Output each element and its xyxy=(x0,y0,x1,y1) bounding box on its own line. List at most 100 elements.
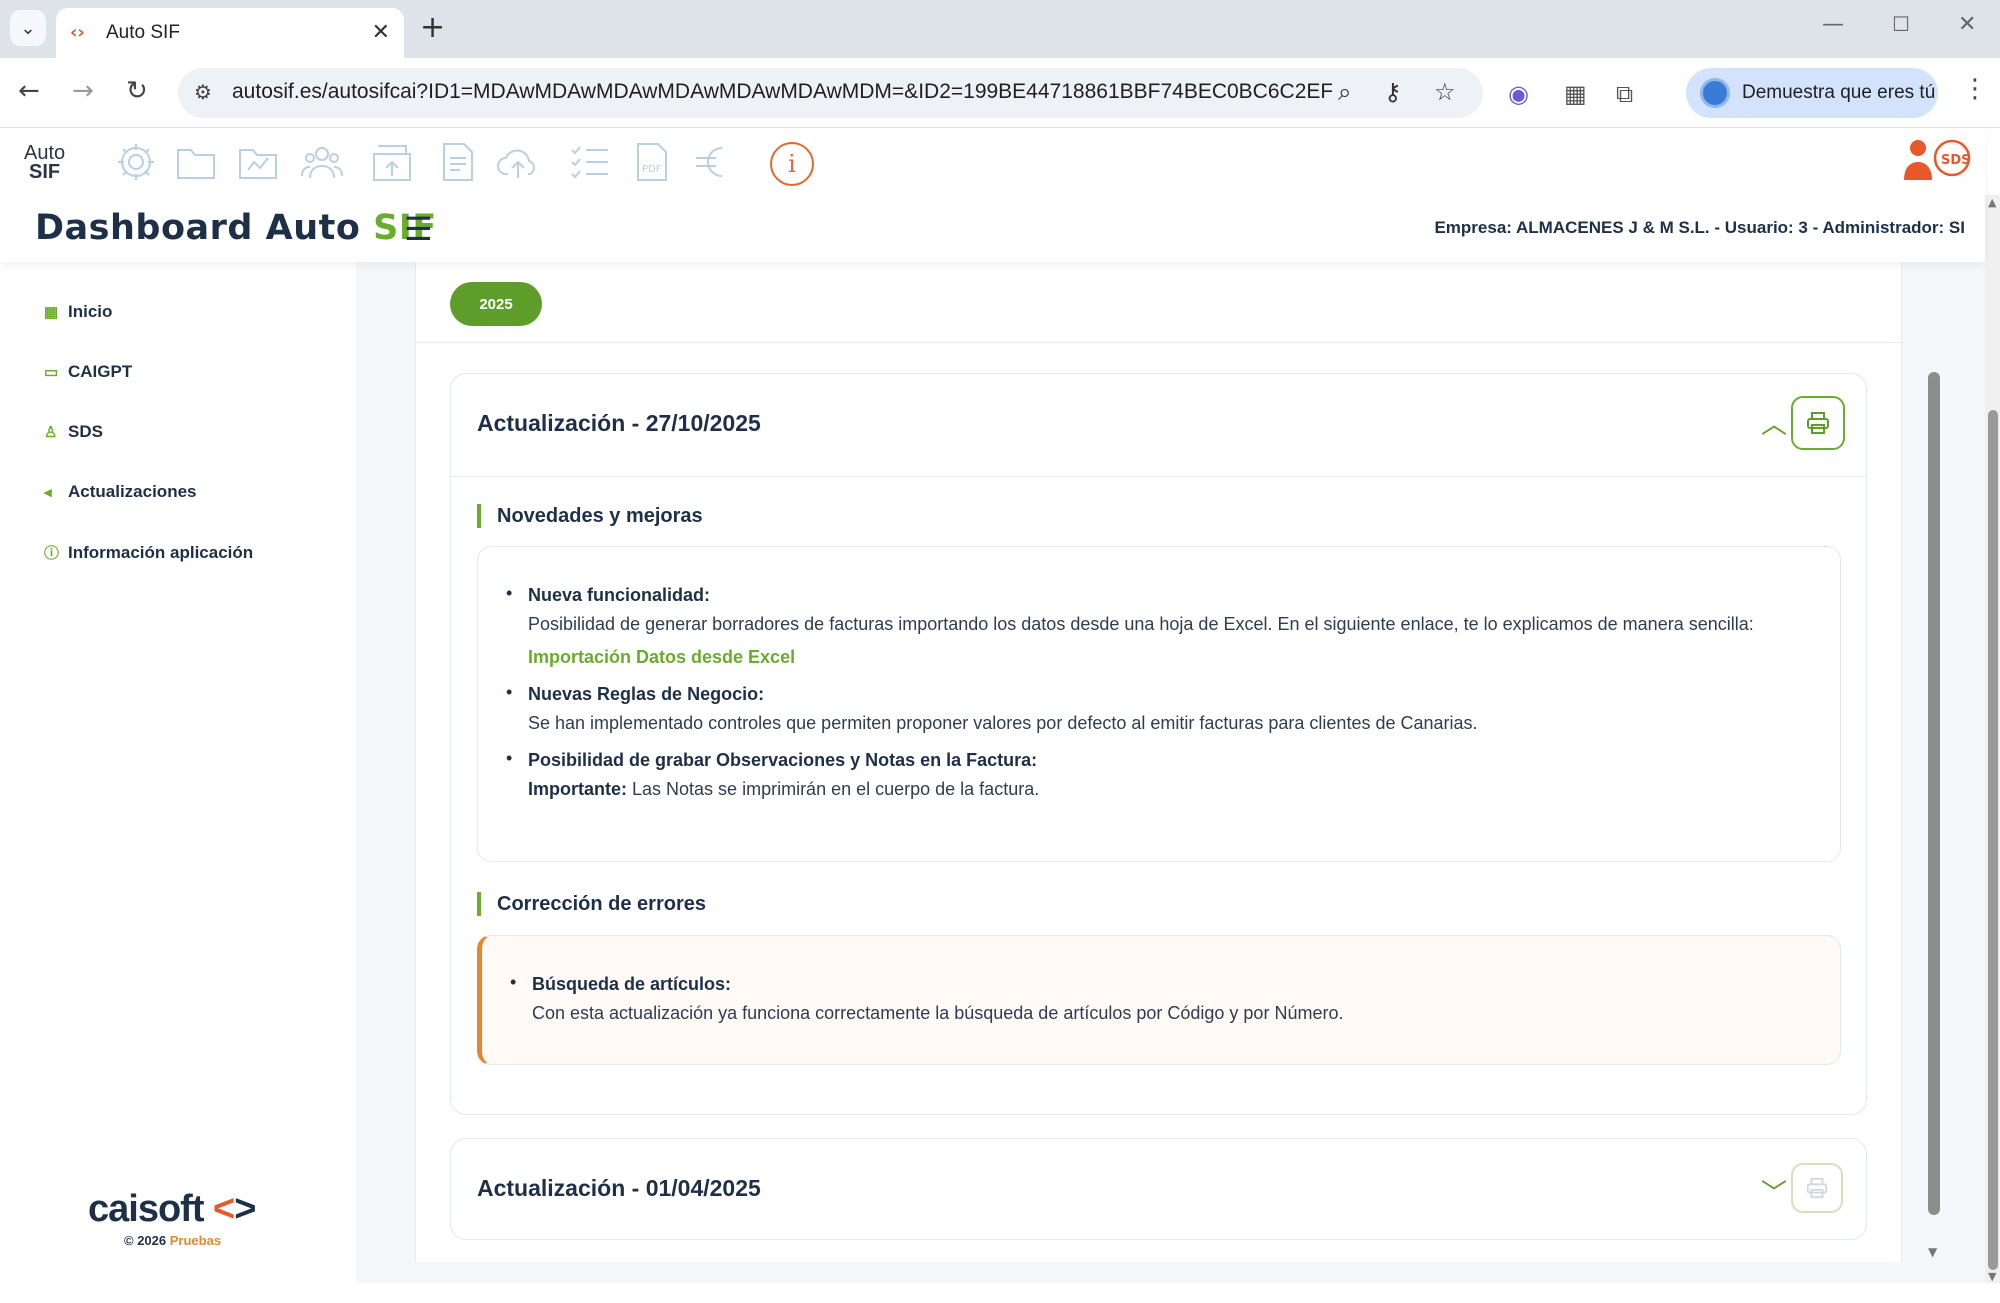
browser-tab[interactable]: ‹› Auto SIF ✕ xyxy=(56,8,404,58)
printer-icon xyxy=(1806,1177,1828,1199)
extensions-puzzle-icon[interactable]: ⧉ xyxy=(1616,80,1633,108)
info-icon: ⓘ xyxy=(44,545,60,562)
profile-avatar-icon xyxy=(1700,78,1730,108)
tab-search-button[interactable]: ⌄ xyxy=(10,10,46,46)
svg-text:PDF: PDF xyxy=(642,164,662,175)
cloud-upload-icon[interactable] xyxy=(496,140,540,184)
updates-panel: 2025 Actualización - 27/10/2025 ︿ Noveda… xyxy=(415,262,1903,1262)
window-close-icon[interactable]: ✕ xyxy=(1958,12,1976,37)
minimize-icon[interactable]: — xyxy=(1822,12,1844,37)
scroll-up-icon[interactable]: ▲ xyxy=(1988,196,1996,209)
list-item: Búsqueda de artículos: Con esta actualiz… xyxy=(510,972,1810,1030)
grid-icon: ▦ xyxy=(44,304,59,321)
chat-icon: ▭ xyxy=(44,364,59,381)
megaphone-icon: ◂ xyxy=(44,484,52,501)
sidebar-item-label: CAIGPT xyxy=(68,362,133,381)
map-folder-icon[interactable] xyxy=(236,140,280,184)
folder-icon[interactable] xyxy=(174,140,218,184)
chevron-down-icon[interactable]: ﹀ xyxy=(1761,1173,1787,1210)
user-sds-icon[interactable]: SDS xyxy=(1902,136,1972,184)
item-body: Las Notas se imprimirán en el cuerpo de … xyxy=(632,779,1040,799)
item-heading: Nueva funcionalidad: xyxy=(528,585,711,605)
sidebar-item-inicio[interactable]: ▦ Inicio xyxy=(44,302,112,322)
password-key-icon[interactable]: ⚷ xyxy=(1384,78,1402,106)
page-title: Dashboard Auto SIF xyxy=(35,208,437,248)
content-scrollbar-thumb[interactable] xyxy=(1928,372,1940,1215)
zoom-icon[interactable]: ⌕ xyxy=(1338,78,1351,106)
update-title: Actualización - 27/10/2025 xyxy=(477,410,761,436)
divider xyxy=(451,476,1866,477)
back-icon[interactable]: ← xyxy=(18,76,40,106)
qr-code-icon[interactable]: ▦ xyxy=(1564,80,1587,108)
print-button[interactable] xyxy=(1791,396,1845,450)
content-scroll-down-icon[interactable]: ▼ xyxy=(1928,1245,1937,1259)
checklist-icon[interactable] xyxy=(568,140,612,184)
sidebar-item-caigpt[interactable]: ▭ CAIGPT xyxy=(44,362,132,382)
environment-label: Pruebas xyxy=(169,1233,222,1248)
sidebar-item-actualizaciones[interactable]: ◂ Actualizaciones xyxy=(44,482,197,502)
update-header[interactable]: Actualización - 01/04/2025 ﹀ xyxy=(451,1139,1866,1241)
archive-upload-icon[interactable] xyxy=(370,140,414,184)
item-text: Importante: Las Notas se imprimirán en e… xyxy=(528,773,1810,806)
excel-import-link[interactable]: Importación Datos desde Excel xyxy=(528,647,795,667)
scroll-down-icon[interactable]: ▼ xyxy=(1988,1270,1996,1283)
euro-icon[interactable] xyxy=(690,140,734,184)
extension-globe-icon[interactable]: ◉ xyxy=(1508,80,1529,108)
copyright-text: © 2026 xyxy=(124,1233,167,1248)
item-body: Con esta actualización ya funciona corre… xyxy=(532,1003,1344,1023)
print-button[interactable] xyxy=(1791,1163,1843,1213)
fixes-box: Búsqueda de artículos: Con esta actualiz… xyxy=(477,935,1841,1065)
update-header[interactable]: Actualización - 27/10/2025 ︿ xyxy=(451,374,1866,476)
forward-icon[interactable]: → xyxy=(72,76,94,106)
favicon-icon: ‹› xyxy=(70,22,85,43)
new-tab-button[interactable]: + xyxy=(420,10,445,45)
sidebar-item-label: SDS xyxy=(68,422,103,441)
svg-text:SDS: SDS xyxy=(1941,153,1971,168)
divider xyxy=(416,342,1903,343)
app-header: Auto SIF PDF i SDS Dashboard Auto SIF ☰ … xyxy=(0,128,1985,262)
chevron-up-icon[interactable]: ︿ xyxy=(1761,404,1787,441)
address-bar[interactable]: ⚙ autosif.es/autosifcai?ID1=MDAwMDAwMDAw… xyxy=(178,68,1483,118)
browser-menu-icon[interactable]: ⋮ xyxy=(1962,74,1988,104)
sidebar-item-informacion[interactable]: ⓘ Información aplicación xyxy=(44,542,253,563)
news-box: Nueva funcionalidad: Posibilidad de gene… xyxy=(477,546,1841,862)
brand-mark-icon: < xyxy=(213,1188,235,1230)
user-icon: ♙ xyxy=(44,424,58,441)
reload-icon[interactable]: ↻ xyxy=(126,76,148,106)
bookmark-star-icon[interactable]: ☆ xyxy=(1434,78,1456,106)
item-heading: Nuevas Reglas de Negocio: xyxy=(528,684,765,704)
update-title: Actualización - 01/04/2025 xyxy=(477,1175,761,1201)
pdf-icon[interactable]: PDF xyxy=(630,140,674,184)
menu-toggle-icon[interactable]: ☰ xyxy=(404,210,433,248)
browser-tab-strip: ⌄ ‹› Auto SIF ✕ + — ☐ ✕ xyxy=(0,0,2000,58)
document-icon[interactable] xyxy=(436,140,480,184)
year-filter-badge[interactable]: 2025 xyxy=(450,282,542,326)
update-card-collapsed: Actualización - 01/04/2025 ﹀ xyxy=(450,1138,1867,1240)
close-tab-icon[interactable]: ✕ xyxy=(372,20,390,45)
logo-line-2: SIF xyxy=(29,161,61,183)
section-fixes-label: Corrección de errores xyxy=(477,892,706,916)
maximize-icon[interactable]: ☐ xyxy=(1892,12,1910,36)
sidebar-item-label: Actualizaciones xyxy=(68,482,197,501)
profile-chip[interactable]: Demuestra que eres tú xyxy=(1686,68,1938,118)
page-scrollbar-thumb[interactable] xyxy=(1988,410,1998,1270)
gear-icon[interactable] xyxy=(114,140,158,184)
sidebar-item-label: Inicio xyxy=(68,302,113,321)
company-user-info: Empresa: ALMACENES J & M S.L. - Usuario:… xyxy=(1434,218,1965,237)
list-item: Posibilidad de grabar Observaciones y No… xyxy=(506,748,1810,806)
info-icon[interactable]: i xyxy=(770,142,814,186)
sidebar-item-label: Información aplicación xyxy=(68,542,254,562)
sidebar: ▦ Inicio ▭ CAIGPT ♙ SDS ◂ Actualizacione… xyxy=(0,262,356,1283)
sidebar-item-sds[interactable]: ♙ SDS xyxy=(44,422,103,442)
site-settings-icon[interactable]: ⚙ xyxy=(194,80,212,104)
item-body: Posibilidad de generar borradores de fac… xyxy=(528,614,1754,634)
list-item: Nuevas Reglas de Negocio: Se han impleme… xyxy=(506,682,1810,740)
item-heading: Posibilidad de grabar Observaciones y No… xyxy=(528,750,1038,770)
app-logo[interactable]: Auto SIF xyxy=(24,143,65,183)
item-heading: Búsqueda de artículos: xyxy=(532,974,732,994)
printer-icon xyxy=(1807,412,1829,434)
users-icon[interactable] xyxy=(300,140,344,184)
item-body: Se han implementado controles que permit… xyxy=(528,713,1478,733)
url-text[interactable]: autosif.es/autosifcai?ID1=MDAwMDAwMDAwMD… xyxy=(232,80,1332,104)
page-title-main: Dashboard Auto xyxy=(35,208,374,248)
